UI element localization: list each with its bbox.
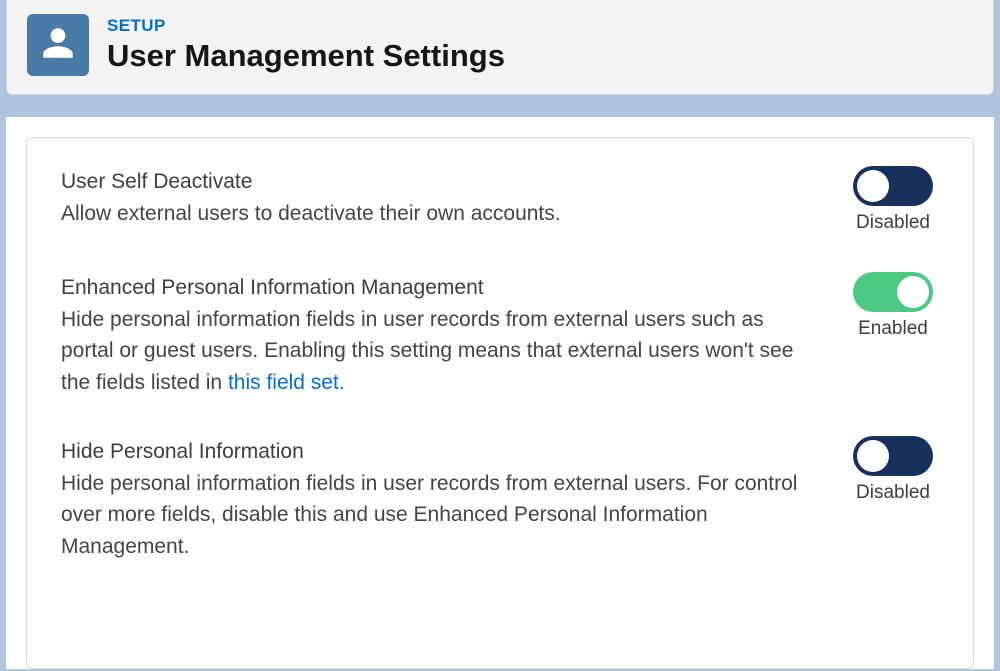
toggle-enhanced-personal-info[interactable] [853,272,933,312]
field-set-link[interactable]: this field set. [228,371,345,394]
settings-card: User Self Deactivate Allow external user… [26,137,974,669]
setting-text: User Self Deactivate Allow external user… [61,166,803,229]
user-icon-tile [27,14,89,76]
setting-description: Hide personal information fields in user… [61,468,803,563]
toggle-knob [857,440,889,472]
description-text: Hide personal information fields in user… [61,472,797,558]
toggle-state-label: Disabled [856,482,930,504]
setting-title: User Self Deactivate [61,166,803,198]
toggle-user-self-deactivate[interactable] [853,166,933,206]
user-icon [40,25,76,66]
setting-row-user-self-deactivate: User Self Deactivate Allow external user… [61,166,943,234]
setting-row-enhanced-personal-info: Enhanced Personal Information Management… [61,272,943,398]
setting-description: Allow external users to deactivate their… [61,198,803,230]
toggle-knob [897,276,929,308]
setting-row-hide-personal-info: Hide Personal Information Hide personal … [61,436,943,562]
toggle-state-label: Enabled [858,318,928,340]
setting-title: Hide Personal Information [61,436,803,468]
page-title: User Management Settings [107,38,505,74]
toggle-group: Disabled [843,436,943,504]
page-header: SETUP User Management Settings [6,0,994,95]
toggle-group: Disabled [843,166,943,234]
setting-text: Enhanced Personal Information Management… [61,272,803,398]
setting-text: Hide Personal Information Hide personal … [61,436,803,562]
toggle-state-label: Disabled [856,212,930,234]
toggle-hide-personal-info[interactable] [853,436,933,476]
setting-description: Hide personal information fields in user… [61,304,803,399]
content-panel: User Self Deactivate Allow external user… [6,117,994,669]
setup-label: SETUP [107,16,505,36]
description-text: Hide personal information fields in user… [61,308,793,394]
header-text: SETUP User Management Settings [107,16,505,74]
description-text: Allow external users to deactivate their… [61,202,561,225]
toggle-knob [857,170,889,202]
setting-title: Enhanced Personal Information Management [61,272,803,304]
toggle-group: Enabled [843,272,943,340]
